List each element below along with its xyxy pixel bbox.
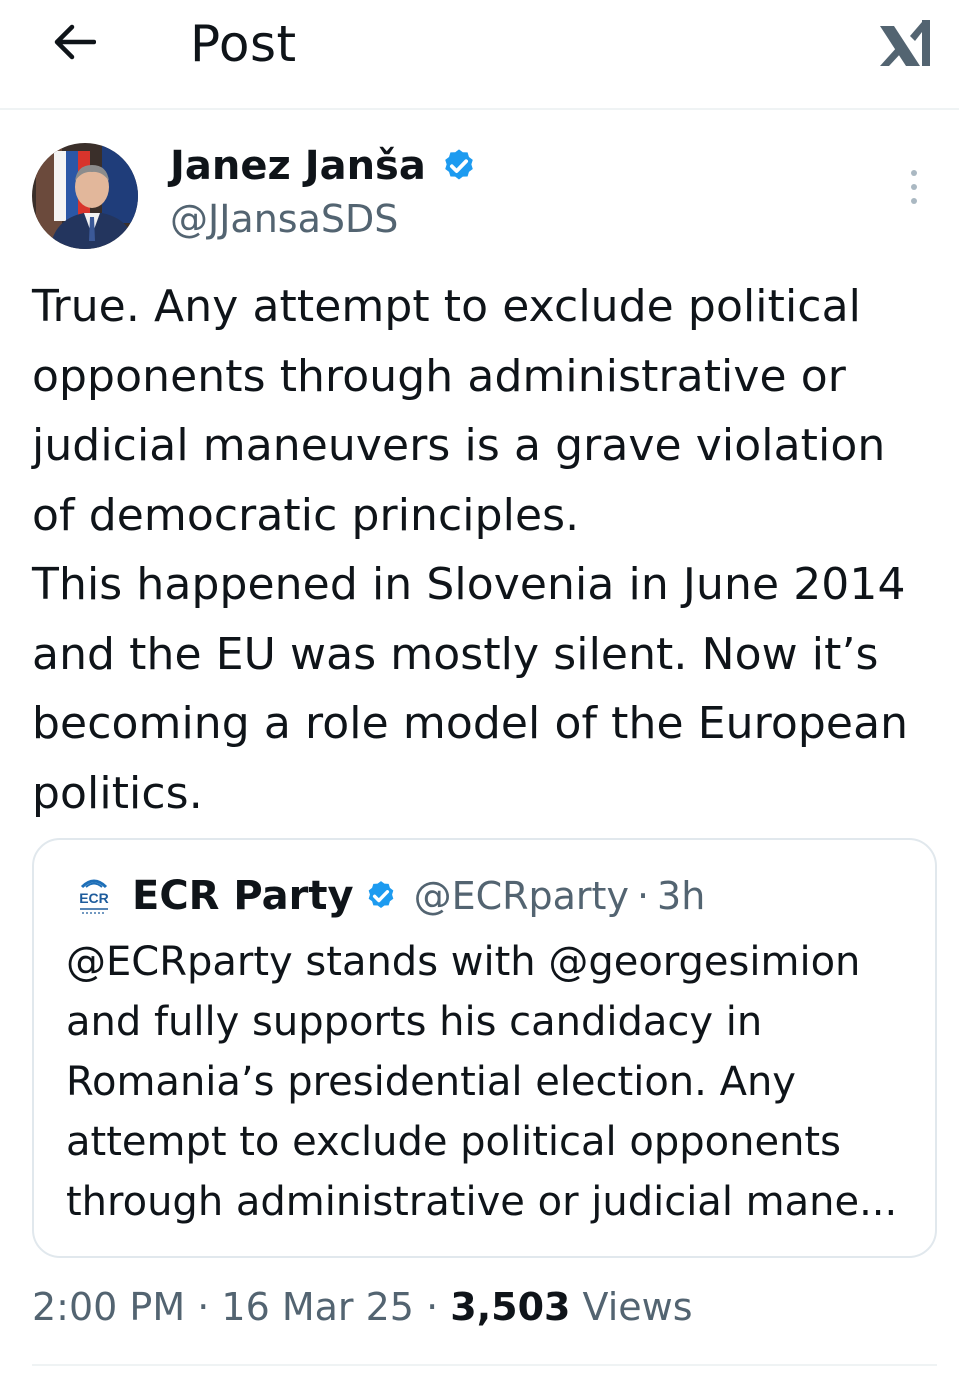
arrow-left-icon bbox=[54, 24, 96, 60]
meta-separator: · bbox=[197, 1285, 210, 1329]
x-logo-icon bbox=[880, 20, 930, 66]
author-handle[interactable]: @JJansaSDS bbox=[170, 196, 398, 242]
author-avatar[interactable] bbox=[32, 143, 138, 249]
author-name-row: Janez Janša bbox=[170, 140, 478, 192]
post-text-content: True. Any attempt to exclude political o… bbox=[32, 281, 909, 819]
more-vertical-icon-dot bbox=[911, 184, 917, 190]
svg-text:ECR: ECR bbox=[79, 890, 109, 906]
meta-separator: · bbox=[426, 1285, 439, 1329]
quoted-author-handle: @ECRparty bbox=[413, 874, 629, 918]
ecr-logo-icon: ECR bbox=[78, 879, 110, 914]
more-vertical-icon-dot bbox=[911, 170, 917, 176]
post-date: 16 Mar 25 bbox=[221, 1285, 414, 1329]
divider bbox=[32, 1364, 937, 1366]
views-label[interactable]: Views bbox=[583, 1285, 693, 1329]
quoted-time: 3h bbox=[657, 874, 706, 918]
post-meta: 2:00 PM · 16 Mar 25 · 3,503 Views bbox=[32, 1280, 693, 1334]
avatar-image bbox=[32, 143, 138, 249]
quoted-author-name: ECR Party bbox=[132, 873, 354, 919]
back-button[interactable] bbox=[46, 14, 102, 70]
quoted-post-card[interactable]: ECR ECR Party @ECRparty · 3h @ECRparty s… bbox=[32, 838, 937, 1258]
post-text: True. Any attempt to exclude political o… bbox=[32, 272, 942, 828]
more-options-button[interactable] bbox=[898, 164, 930, 210]
more-vertical-icon-dot bbox=[911, 198, 917, 204]
verified-badge-icon bbox=[368, 881, 393, 909]
verified-badge-icon bbox=[445, 149, 473, 180]
top-bar: Post bbox=[0, 0, 959, 110]
quoted-separator: · bbox=[636, 874, 650, 918]
page-title: Post bbox=[190, 15, 297, 73]
author-name[interactable]: Janez Janša bbox=[170, 142, 426, 190]
views-count[interactable]: 3,503 bbox=[450, 1285, 570, 1329]
post-time: 2:00 PM bbox=[32, 1285, 186, 1329]
quoted-post-text: @ECRparty stands with @georgesimion and … bbox=[66, 939, 898, 1225]
quoted-post-header: ECR ECR Party @ECRparty · 3h bbox=[74, 870, 705, 922]
